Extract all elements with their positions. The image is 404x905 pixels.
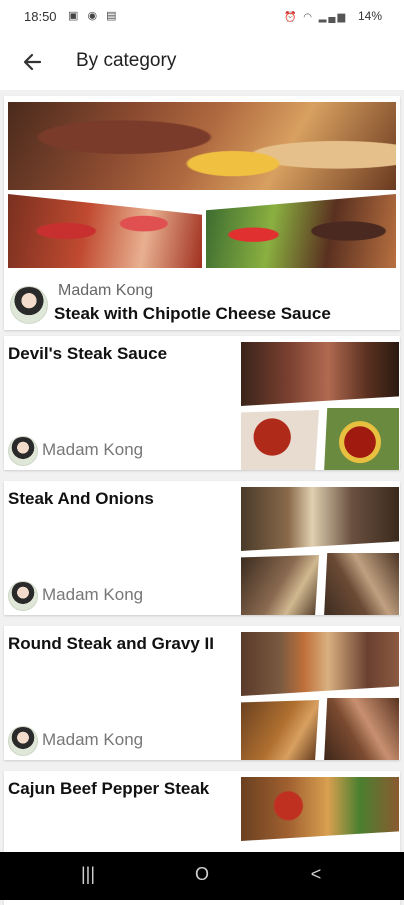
recipe-title: Steak And Onions bbox=[8, 489, 154, 508]
thumb-3 bbox=[324, 698, 399, 760]
thumb-1 bbox=[241, 342, 399, 406]
home-button[interactable]: O bbox=[182, 864, 222, 888]
recipe-title: Devil's Steak Sauce bbox=[8, 344, 168, 363]
thumb-3 bbox=[324, 553, 399, 615]
status-right: ⏰ ◠ ▂▄▆ 14% bbox=[284, 9, 382, 23]
recipe-card[interactable]: Devil's Steak Sauce Madam Kong bbox=[4, 336, 400, 470]
author-avatar[interactable] bbox=[8, 726, 38, 756]
featured-author[interactable]: Madam Kong bbox=[58, 282, 153, 300]
author-avatar[interactable] bbox=[8, 581, 38, 611]
recent-apps-icon: ||| bbox=[80, 864, 96, 884]
thumb-1 bbox=[241, 632, 399, 696]
status-bar: 18:50 ▣ ◉ ▤ ⏰ ◠ ▂▄▆ 14% bbox=[0, 0, 404, 34]
thumb-3 bbox=[324, 408, 399, 470]
system-nav-bar: ||| O < bbox=[0, 852, 404, 900]
battery-level: 14% bbox=[357, 9, 382, 23]
status-time: 18:50 bbox=[24, 9, 57, 24]
recipe-thumbnail bbox=[241, 487, 399, 615]
recent-apps-button[interactable]: ||| bbox=[68, 864, 108, 888]
featured-image-right bbox=[206, 194, 396, 268]
back-icon: < bbox=[310, 864, 322, 884]
recipe-author[interactable]: Madam Kong bbox=[42, 585, 143, 605]
sim-icon: ▤ bbox=[106, 10, 120, 22]
featured-image-main bbox=[8, 102, 396, 190]
recipe-title: Round Steak and Gravy II bbox=[8, 634, 214, 653]
recipe-card[interactable]: Steak And Onions Madam Kong bbox=[4, 481, 400, 615]
app-bar: By category bbox=[0, 34, 404, 90]
recipe-thumbnail bbox=[241, 632, 399, 760]
home-icon: O bbox=[194, 864, 209, 884]
back-button[interactable] bbox=[18, 48, 48, 76]
recipe-author[interactable]: Madam Kong bbox=[42, 440, 143, 460]
featured-recipe-card[interactable]: Madam Kong Steak with Chipotle Cheese Sa… bbox=[4, 96, 400, 330]
status-left-icons: ▣ ◉ ▤ bbox=[68, 9, 120, 22]
featured-image-left bbox=[8, 194, 202, 268]
thumb-1 bbox=[241, 777, 399, 841]
wifi-icon: ◠ bbox=[303, 12, 314, 23]
gallery-icon: ▣ bbox=[68, 10, 82, 22]
alarm-icon: ⏰ bbox=[283, 12, 299, 23]
thumb-2 bbox=[241, 700, 319, 760]
status-right-icons: ⏰ ◠ ▂▄▆ bbox=[284, 12, 352, 23]
arrow-left-icon bbox=[23, 53, 42, 71]
thumb-2 bbox=[241, 555, 319, 615]
author-avatar[interactable] bbox=[10, 286, 48, 324]
author-avatar[interactable] bbox=[8, 436, 38, 466]
featured-recipe-image bbox=[8, 102, 396, 268]
signal-icon: ▂▄▆ bbox=[318, 12, 348, 23]
page-title: By category bbox=[76, 50, 177, 71]
featured-recipe-title: Steak with Chipotle Cheese Sauce bbox=[54, 304, 331, 323]
recipe-card[interactable]: Round Steak and Gravy II Madam Kong bbox=[4, 626, 400, 760]
thumb-2 bbox=[241, 410, 319, 470]
thumb-1 bbox=[241, 487, 399, 551]
notification-icon: ◉ bbox=[87, 10, 101, 22]
system-back-button[interactable]: < bbox=[296, 864, 336, 888]
recipe-thumbnail bbox=[241, 342, 399, 470]
recipe-title: Cajun Beef Pepper Steak bbox=[8, 779, 210, 798]
recipe-author[interactable]: Madam Kong bbox=[42, 730, 143, 750]
